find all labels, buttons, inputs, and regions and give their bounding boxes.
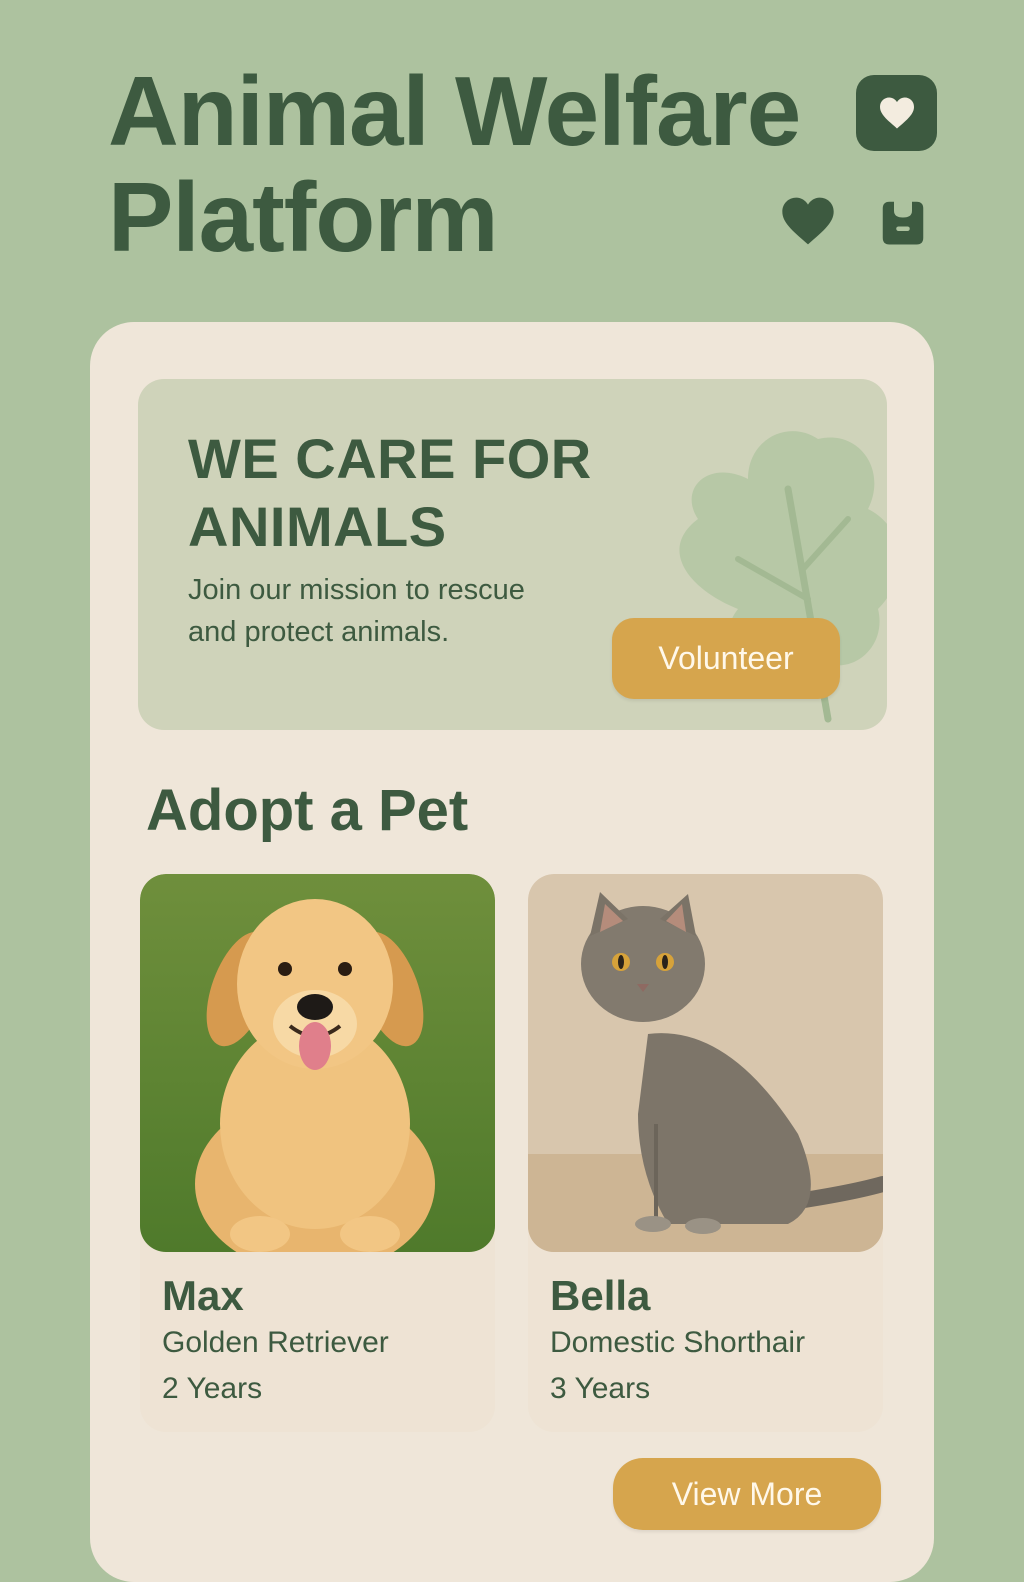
hero-heading-line-2: ANIMALS [188,495,447,558]
pet-name: Bella [550,1272,651,1319]
content-panel: WE CARE FOR ANIMALS Join our mission to … [90,322,934,1582]
pet-breed: Golden Retriever [162,1326,389,1359]
page-title: Animal Welfare Platform [108,56,801,272]
cat-illustration [528,874,883,1252]
hero-subtitle-line-1: Join our mission to rescue [188,574,525,606]
hero-banner: WE CARE FOR ANIMALS Join our mission to … [138,379,887,730]
pet-age: 2 Years [162,1372,263,1405]
view-more-button[interactable]: View More [613,1458,881,1530]
hero-heading: WE CARE FOR ANIMALS [188,425,592,561]
pet-card[interactable]: Bella Domestic Shorthair 3 Years [528,874,883,1432]
pet-breed: Domestic Shorthair [550,1326,806,1359]
hero-subtitle-line-2: and protect animals. [188,616,450,648]
hero-heading-line-1: WE CARE FOR [188,427,592,490]
section-title-adopt: Adopt a Pet [146,778,469,843]
hero-subtitle: Join our mission to rescue and protect a… [188,569,525,653]
bag-icon[interactable] [876,195,930,249]
pet-photo [528,874,883,1252]
volunteer-button[interactable]: Volunteer [612,618,840,699]
favorites-button[interactable] [856,75,937,151]
page-title-line-2: Platform [108,162,499,272]
dog-illustration [140,874,495,1252]
pet-name: Max [162,1272,244,1319]
heart-icon[interactable] [780,195,836,247]
pet-age: 3 Years [550,1372,651,1405]
heart-icon [879,97,914,129]
page-title-line-1: Animal Welfare [108,56,801,166]
pet-photo [140,874,495,1252]
pet-card[interactable]: Max Golden Retriever 2 Years [140,874,495,1432]
